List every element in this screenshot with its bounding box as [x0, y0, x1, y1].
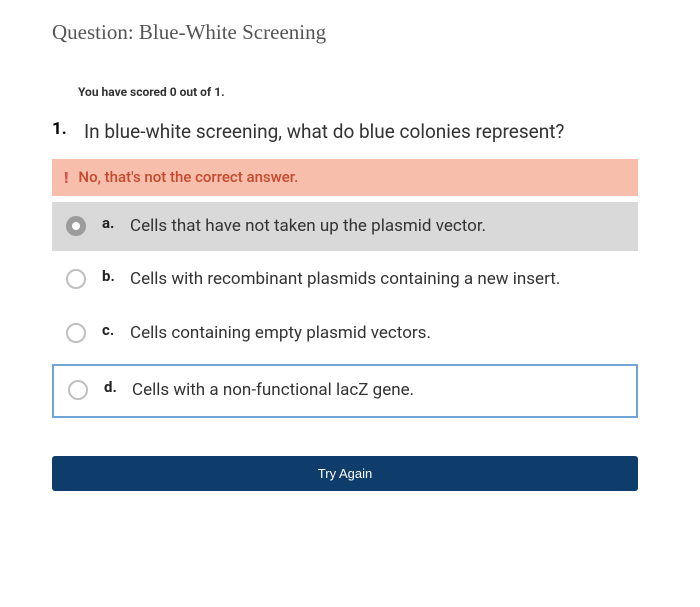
feedback-bar: ! No, that's not the correct answer. [52, 159, 638, 196]
option-b[interactable]: b. Cells with recombinant plasmids conta… [52, 255, 638, 305]
option-text: Cells with a non-functional lacZ gene. [132, 378, 414, 404]
option-label: a. [102, 214, 120, 232]
content-scroll[interactable]: Question: Blue-White Screening You have … [0, 0, 688, 607]
option-d[interactable]: d. Cells with a non-functional lacZ gene… [52, 364, 638, 418]
question-text: In blue-white screening, what do blue co… [84, 119, 564, 145]
radio-a[interactable] [66, 216, 86, 236]
option-label: b. [102, 267, 120, 285]
option-label: c. [102, 321, 120, 339]
feedback-text: No, that's not the correct answer. [78, 168, 298, 186]
option-text: Cells containing empty plasmid vectors. [130, 321, 431, 347]
exclamation-icon: ! [64, 168, 68, 187]
page-title: Question: Blue-White Screening [52, 20, 688, 45]
question-number: 1. [52, 119, 74, 139]
score-text: You have scored 0 out of 1. [78, 85, 688, 99]
radio-c[interactable] [66, 323, 86, 343]
question-row: 1. In blue-white screening, what do blue… [52, 119, 688, 145]
try-again-button[interactable]: Try Again [52, 456, 638, 491]
option-a[interactable]: a. Cells that have not taken up the plas… [52, 202, 638, 252]
option-c[interactable]: c. Cells containing empty plasmid vector… [52, 309, 638, 359]
radio-d[interactable] [68, 380, 88, 400]
radio-b[interactable] [66, 269, 86, 289]
option-label: d. [104, 378, 122, 396]
option-text: Cells that have not taken up the plasmid… [130, 214, 486, 240]
spacer [0, 531, 688, 539]
option-text: Cells with recombinant plasmids containi… [130, 267, 560, 293]
